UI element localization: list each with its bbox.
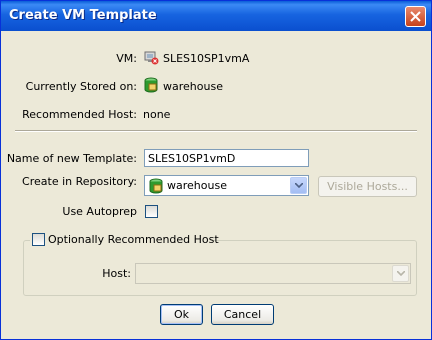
recommended-host-value: none [143,108,171,121]
title-bar[interactable]: Create VM Template [1,1,431,31]
dialog-title: Create VM Template [9,8,157,23]
chevron-down-icon [295,183,303,188]
host-label: Host: [102,267,131,280]
repository-select[interactable]: warehouse [144,175,309,196]
host-dropdown-button[interactable] [392,265,409,282]
cancel-button[interactable]: Cancel [211,304,274,325]
template-name-input[interactable]: SLES10SP1vmD [144,149,309,167]
repository-dropdown-button[interactable] [290,177,307,194]
create-vm-template-dialog: Create VM Template VM: SLES10SP1vmA Curr… [0,0,432,340]
recommended-host-group-title: Optionally Recommended Host [30,233,219,247]
separator [15,130,417,132]
vm-label: VM: [116,52,137,65]
close-icon [410,11,421,22]
close-button[interactable] [405,6,426,27]
recommended-host-group-label: Optionally Recommended Host [48,233,219,246]
recommended-host-label: Recommended Host: [22,108,137,121]
autoprep-checkbox[interactable] [145,205,158,218]
ok-button[interactable]: Ok [160,304,203,325]
chevron-down-icon [397,271,405,276]
repository-icon [148,178,164,197]
recommended-host-checkbox[interactable] [32,233,45,246]
vm-icon [143,49,159,68]
repository-label: Create in Repository: [22,175,137,188]
host-select[interactable] [135,263,411,284]
visible-hosts-button[interactable]: Visible Hosts... [318,176,417,197]
stored-label: Currently Stored on: [25,80,137,93]
vm-value: SLES10SP1vmA [163,52,250,65]
repository-select-value: warehouse [167,179,227,192]
template-name-label: Name of new Template: [6,152,137,165]
repository-icon [143,77,159,96]
stored-value: warehouse [163,80,223,93]
autoprep-label: Use Autoprep [62,205,137,218]
